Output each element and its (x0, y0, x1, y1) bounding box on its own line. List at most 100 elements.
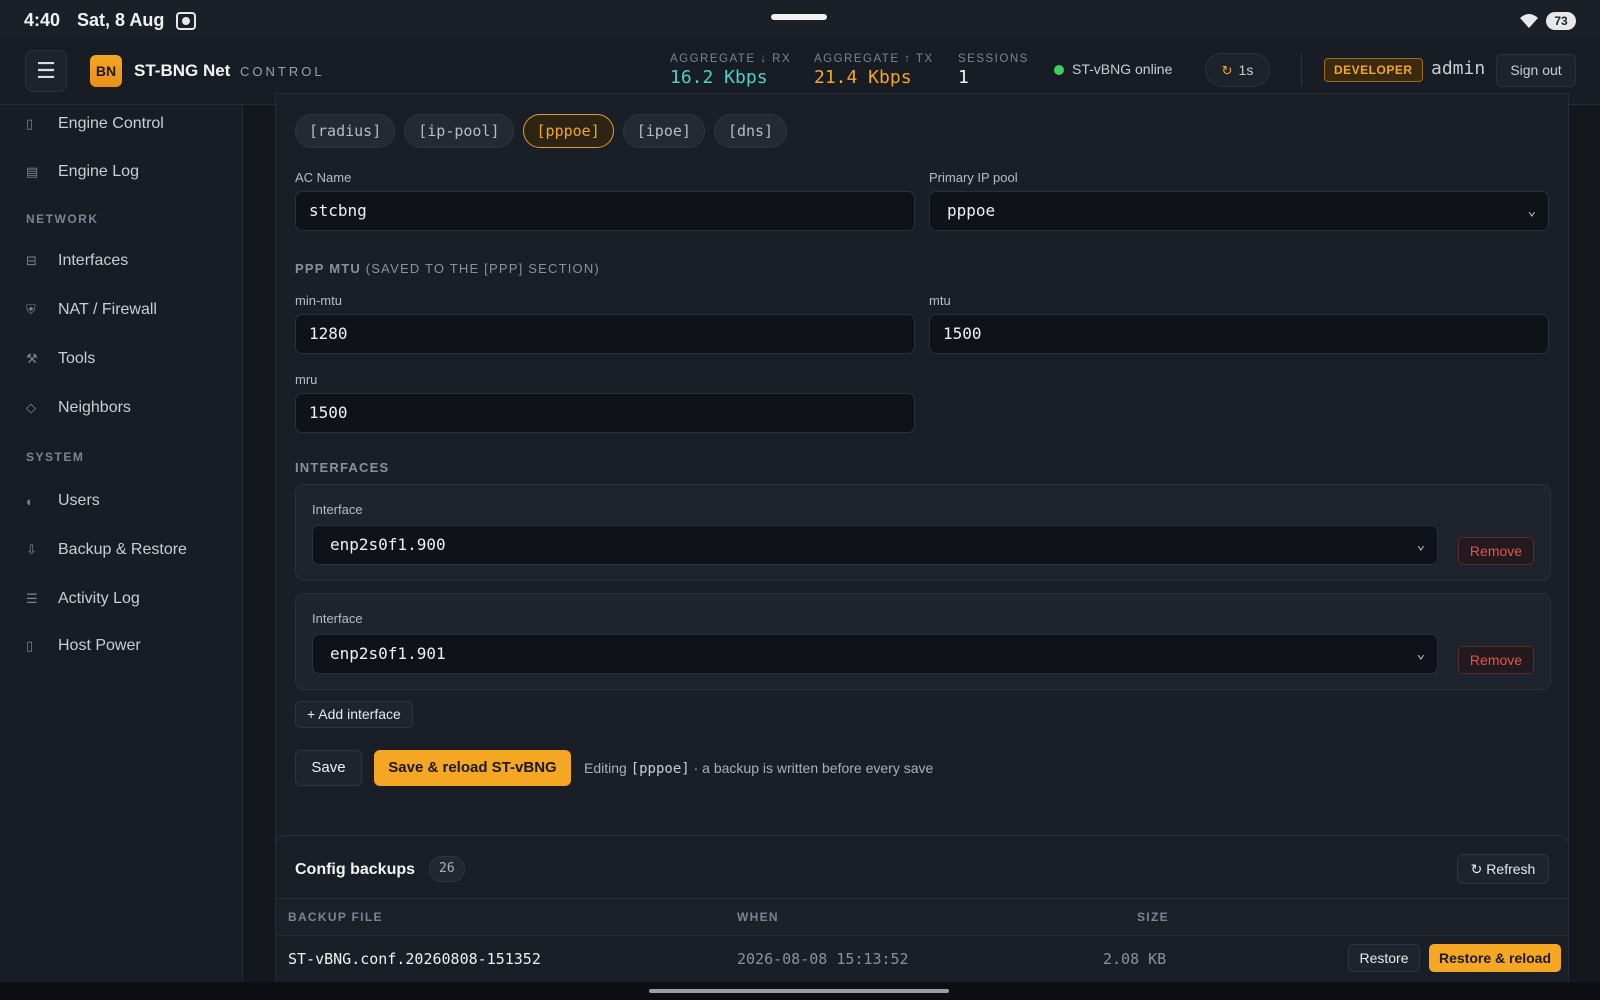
save-note-section: [pppoe] (630, 761, 690, 777)
tab-ipoe[interactable]: [ipoe] (622, 114, 705, 148)
stat-label: SESSIONS (958, 53, 1029, 65)
interface-value: enp2s0f1.900 (330, 535, 446, 554)
sidebar-item-users[interactable]: ◐ Users (26, 486, 100, 516)
stat-value: 16.2 Kbps (670, 67, 768, 88)
chevron-down-icon: ⌄ (1416, 537, 1425, 553)
chevron-down-icon: ⌄ (1527, 203, 1536, 219)
config-editor-card: [radius] [ip-pool] [pppoe] [ipoe] [dns] … (275, 93, 1569, 914)
aggregate-rx-stat: AGGREGATE ↓ RX 16.2 Kbps (670, 53, 791, 88)
system-status-bar: 4:40 Sat, 8 Aug 73 (0, 0, 1600, 37)
power-icon: ▯ (26, 638, 34, 653)
min-mtu-label: min-mtu (295, 293, 342, 308)
ppp-mtu-title: PPP MTU (295, 261, 361, 276)
sidebar: ▯ Engine Control ▤ Engine Log NETWORK ⊟ Int… (0, 105, 243, 982)
wifi-icon (1518, 12, 1540, 35)
logo: BN (90, 55, 122, 87)
sidebar-item-engine-control[interactable]: ▯ Engine Control (26, 109, 164, 139)
sidebar-item-nat-firewall[interactable]: ⛨ NAT / Firewall (26, 295, 157, 325)
sidebar-item-tools[interactable]: ⚒ Tools (26, 344, 95, 374)
interface-row: Interface enp2s0f1.901 ⌄ Remove (295, 593, 1551, 690)
tab-pppoe[interactable]: [pppoe] (522, 114, 614, 148)
sidebar-item-host-power[interactable]: ▯ Host Power (26, 631, 141, 661)
sidebar-item-engine-log[interactable]: ▤ Engine Log (26, 157, 139, 187)
interfaces-icon: ⊟ (26, 253, 37, 268)
shield-icon: ⛨ (26, 302, 36, 317)
stat-value: 1 (958, 67, 969, 88)
remove-interface-button[interactable]: Remove (1458, 646, 1534, 674)
users-icon: ◐ (26, 493, 34, 509)
screen-record-icon (176, 12, 196, 30)
stat-label: AGGREGATE ↓ RX (670, 53, 792, 65)
add-interface-button[interactable]: + Add interface (295, 701, 413, 728)
primary-ip-pool-label: Primary IP pool (929, 170, 1018, 185)
backups-title: Config backups (295, 861, 416, 878)
home-indicator-area (0, 982, 1600, 1000)
interface-label: Interface (312, 502, 363, 517)
menu-icon[interactable]: ☰ (25, 50, 67, 92)
interface-label: Interface (312, 611, 363, 626)
refresh-button[interactable]: ↻ Refresh (1457, 854, 1549, 884)
home-indicator[interactable] (649, 989, 949, 993)
sidebar-item-activity-log[interactable]: ☰ Activity Log (26, 584, 140, 614)
save-button[interactable]: Save (295, 750, 362, 786)
clock: 4:40 (24, 10, 61, 30)
engine-status: ST-vBNG online (1054, 61, 1172, 77)
save-note: Editing [pppoe] · a backup is written be… (584, 760, 933, 777)
refresh-icon: ↻ (1221, 63, 1233, 78)
sidebar-item-label: Neighbors (58, 399, 131, 416)
brand-name: ST-BNG Net (134, 61, 231, 80)
sidebar-item-label: Engine Control (58, 115, 164, 132)
list-icon: ☰ (26, 591, 38, 606)
primary-ip-pool-select[interactable]: pppoe ⌄ (929, 191, 1549, 231)
tab-radius[interactable]: [radius] (295, 114, 396, 148)
min-mtu-input[interactable]: 1280 (295, 314, 915, 354)
interfaces-section-title: INTERFACES (295, 460, 390, 475)
column-header-when: WHEN (737, 910, 779, 924)
mtu-label: mtu (929, 293, 951, 308)
interface-select[interactable]: enp2s0f1.901 ⌄ (312, 634, 1438, 674)
interface-select[interactable]: enp2s0f1.900 ⌄ (312, 525, 1438, 565)
refresh-interval-button[interactable]: ↻ 1s (1205, 53, 1270, 87)
backups-count-badge: 26 (429, 856, 465, 882)
log-icon: ▤ (26, 164, 39, 179)
sidebar-item-backup-restore[interactable]: ⇩ Backup & Restore (26, 535, 187, 565)
sidebar-item-interfaces[interactable]: ⊟ Interfaces (26, 246, 128, 276)
interface-value: enp2s0f1.901 (330, 644, 446, 663)
restore-reload-button[interactable]: Restore & reload (1429, 944, 1561, 972)
divider (1301, 53, 1302, 87)
sidebar-item-neighbors[interactable]: ◇ Neighbors (26, 393, 131, 423)
tools-icon: ⚒ (26, 351, 38, 366)
stat-value: 21.4 Kbps (814, 67, 912, 88)
mtu-input[interactable]: 1500 (929, 314, 1549, 354)
main-content: [radius] [ip-pool] [pppoe] [ipoe] [dns] … (243, 93, 1600, 995)
role-badge: DEVELOPER (1324, 58, 1423, 82)
column-header-file: BACKUP FILE (288, 910, 383, 924)
backup-size: 2.08 KB (1103, 950, 1167, 968)
tab-dns[interactable]: [dns] (713, 114, 788, 148)
username: admin (1431, 58, 1486, 79)
save-reload-button[interactable]: Save & reload ST-vBNG (374, 750, 571, 786)
engine-icon: ▯ (26, 116, 34, 131)
sidebar-section-network: NETWORK (26, 212, 99, 226)
ac-name-label: AC Name (295, 170, 352, 185)
sessions-stat: SESSIONS 1 (958, 53, 1029, 88)
sidebar-item-label: Tools (58, 350, 96, 367)
tab-ip-pool[interactable]: [ip-pool] (404, 114, 514, 148)
ac-name-input[interactable]: stcbng (295, 191, 915, 231)
ppp-mtu-note: (SAVED TO THE [PPP] SECTION) (365, 261, 600, 276)
diamond-icon: ◇ (26, 400, 36, 415)
primary-ip-pool-value: pppoe (947, 201, 996, 220)
remove-interface-button[interactable]: Remove (1458, 537, 1534, 565)
brand-subtitle: CONTROL (240, 64, 325, 79)
sign-out-button[interactable]: Sign out (1496, 54, 1576, 87)
sidebar-item-label: NAT / Firewall (58, 301, 157, 318)
refresh-icon: ↻ (1470, 861, 1483, 877)
interface-row: Interface enp2s0f1.900 ⌄ Remove (295, 484, 1551, 581)
sidebar-item-label: Activity Log (58, 590, 140, 607)
drag-handle[interactable] (771, 14, 827, 20)
engine-status-text: ST-vBNG online (1072, 61, 1173, 77)
mru-input[interactable]: 1500 (295, 393, 915, 433)
refresh-interval: 1s (1238, 62, 1254, 78)
sidebar-item-label: Users (58, 492, 100, 509)
restore-button[interactable]: Restore (1348, 944, 1420, 972)
